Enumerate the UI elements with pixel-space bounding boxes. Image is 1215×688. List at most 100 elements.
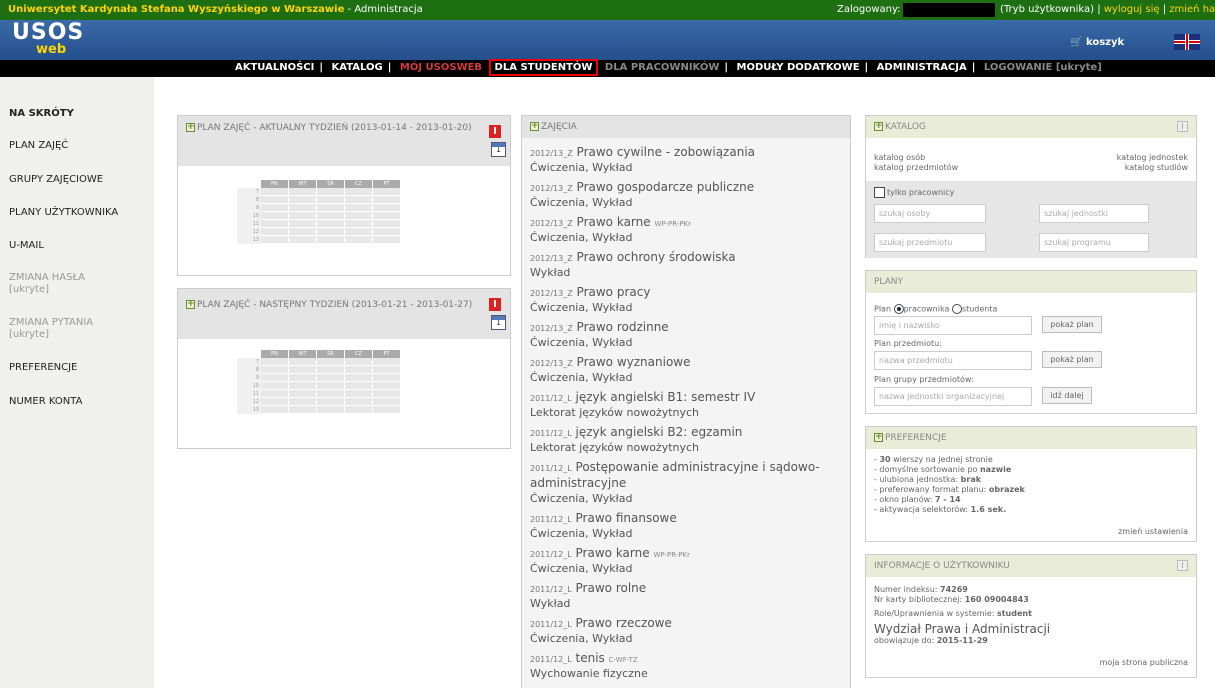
grid-cell[interactable] xyxy=(373,390,401,398)
sidebar-item-user-plans[interactable]: PLANY UŻYTKOWNIKA xyxy=(9,207,118,219)
course-name-link[interactable]: język angielski B1: semestr IV xyxy=(576,390,756,404)
grid-cell[interactable] xyxy=(317,204,345,212)
grid-cell[interactable] xyxy=(317,228,345,236)
logout-link[interactable]: wyloguj się xyxy=(1104,4,1160,15)
menu-modules[interactable]: MODUŁY DODATKOWE xyxy=(734,62,863,73)
info-icon[interactable]: i xyxy=(1177,121,1188,132)
menu-login[interactable]: LOGOWANIE [ukryte] xyxy=(981,62,1105,73)
course-name-link[interactable]: tenis xyxy=(576,651,605,665)
change-settings-link[interactable]: zmień ustawienia xyxy=(1118,527,1188,536)
grid-cell[interactable] xyxy=(261,196,289,204)
grid-cell[interactable] xyxy=(345,228,373,236)
menu-students[interactable]: DLA STUDENTÓW xyxy=(488,59,599,76)
course-name-link[interactable]: Prawo wyznaniowe xyxy=(577,355,691,369)
grid-cell[interactable] xyxy=(373,196,401,204)
course-name-link[interactable]: Prawo karne xyxy=(576,546,650,560)
search-subject-input[interactable]: szukaj przedmiotu xyxy=(874,233,986,252)
grid-cell[interactable] xyxy=(261,358,289,366)
sidebar-item-umail[interactable]: U-MAIL xyxy=(9,240,44,252)
grid-cell[interactable] xyxy=(289,382,317,390)
subject-name-input[interactable]: nazwa przedmiotu xyxy=(874,351,1032,370)
course-name-link[interactable]: Prawo ochrony środowiska xyxy=(577,250,736,264)
grid-cell[interactable] xyxy=(373,204,401,212)
cart-link[interactable]: 🛒 koszyk xyxy=(1070,37,1124,48)
grid-cell[interactable] xyxy=(345,406,373,414)
grid-cell[interactable] xyxy=(261,204,289,212)
course-name-link[interactable]: Prawo rodzinne xyxy=(577,320,669,334)
menu-staff[interactable]: DLA PRACOWNIKÓW xyxy=(602,62,722,73)
grid-cell[interactable] xyxy=(261,188,289,196)
plan-next-week-title[interactable]: PLAN ZAJĘĆ - NASTĘPNY TYDZIEŃ (2013-01-2… xyxy=(197,300,472,310)
grid-cell[interactable] xyxy=(373,398,401,406)
grid-cell[interactable] xyxy=(317,382,345,390)
grid-cell[interactable] xyxy=(289,236,317,244)
grid-cell[interactable] xyxy=(317,358,345,366)
grid-cell[interactable] xyxy=(373,236,401,244)
go-button[interactable]: idź dalej xyxy=(1042,387,1092,404)
grid-cell[interactable] xyxy=(289,366,317,374)
grid-cell[interactable] xyxy=(373,358,401,366)
info-icon[interactable]: i xyxy=(489,125,501,138)
grid-cell[interactable] xyxy=(345,212,373,220)
info-icon[interactable]: i xyxy=(489,298,501,311)
grid-cell[interactable] xyxy=(261,406,289,414)
grid-cell[interactable] xyxy=(289,406,317,414)
expand-icon[interactable]: + xyxy=(530,122,539,131)
grid-cell[interactable] xyxy=(373,228,401,236)
grid-cell[interactable] xyxy=(261,398,289,406)
course-name-link[interactable]: Prawo finansowe xyxy=(576,511,677,525)
menu-admin[interactable]: ADMINISTRACJA xyxy=(874,62,970,73)
expand-icon[interactable]: + xyxy=(874,433,883,442)
grid-cell[interactable] xyxy=(317,406,345,414)
grid-cell[interactable] xyxy=(261,366,289,374)
grid-cell[interactable] xyxy=(345,390,373,398)
course-name-link[interactable]: Prawo rzeczowe xyxy=(576,616,672,630)
course-name-link[interactable]: język angielski B2: egzamin xyxy=(576,425,743,439)
grid-cell[interactable] xyxy=(317,398,345,406)
catalog-units-link[interactable]: katalog jednostek xyxy=(1117,153,1188,162)
plan-grid[interactable]: PN WT ŚR CZ PT 7 8 9 10 11 12 13 xyxy=(237,350,401,414)
plan-grid[interactable]: PN WT ŚR CZ PT 7 8 9 10 11 12 13 xyxy=(237,180,401,244)
grid-cell[interactable] xyxy=(261,228,289,236)
grid-cell[interactable] xyxy=(261,212,289,220)
grid-cell[interactable] xyxy=(345,236,373,244)
grid-cell[interactable] xyxy=(289,212,317,220)
search-person-input[interactable]: szukaj osoby xyxy=(874,204,986,223)
grid-cell[interactable] xyxy=(289,188,317,196)
radio-staff[interactable] xyxy=(893,304,904,314)
grid-cell[interactable] xyxy=(289,374,317,382)
unit-name-input[interactable]: nazwa jednostki organizacyjnej xyxy=(874,387,1032,406)
grid-cell[interactable] xyxy=(345,220,373,228)
grid-cell[interactable] xyxy=(345,188,373,196)
course-name-link[interactable]: Postępowanie administracyjne i sądowo-ad… xyxy=(530,460,820,490)
grid-cell[interactable] xyxy=(317,188,345,196)
calendar-icon[interactable]: 1 xyxy=(491,142,506,157)
only-staff-checkbox[interactable]: tylko pracownicy xyxy=(874,187,954,198)
course-name-link[interactable]: Prawo gospodarcze publiczne xyxy=(577,180,755,194)
sidebar-item-change-password[interactable]: ZMIANA HASŁA [ukryte] xyxy=(9,272,85,296)
grid-cell[interactable] xyxy=(345,374,373,382)
show-plan-button[interactable]: pokaż plan xyxy=(1042,316,1102,333)
grid-cell[interactable] xyxy=(317,374,345,382)
grid-cell[interactable] xyxy=(261,390,289,398)
sidebar-item-account[interactable]: NUMER KONTA xyxy=(9,396,82,408)
grid-cell[interactable] xyxy=(373,382,401,390)
menu-catalog[interactable]: KATALOG xyxy=(329,62,386,73)
grid-cell[interactable] xyxy=(289,390,317,398)
course-name-link[interactable]: Prawo pracy xyxy=(577,285,651,299)
expand-icon[interactable]: + xyxy=(186,300,195,309)
grid-cell[interactable] xyxy=(261,236,289,244)
grid-cell[interactable] xyxy=(317,236,345,244)
plan-this-week-title[interactable]: PLAN ZAJĘĆ - AKTUALNY TYDZIEŃ (2013-01-1… xyxy=(197,123,472,133)
faculty-name[interactable]: Wydział Prawa i Administracji xyxy=(874,622,1050,636)
public-page-link[interactable]: moja strona publiczna xyxy=(1100,658,1188,667)
grid-cell[interactable] xyxy=(317,220,345,228)
grid-cell[interactable] xyxy=(373,188,401,196)
search-program-input[interactable]: szukaj programu xyxy=(1039,233,1149,252)
grid-cell[interactable] xyxy=(345,382,373,390)
expand-icon[interactable]: + xyxy=(874,122,883,131)
grid-cell[interactable] xyxy=(261,374,289,382)
change-password-link[interactable]: zmień hasło xyxy=(1169,4,1215,15)
grid-cell[interactable] xyxy=(289,228,317,236)
grid-cell[interactable] xyxy=(373,220,401,228)
